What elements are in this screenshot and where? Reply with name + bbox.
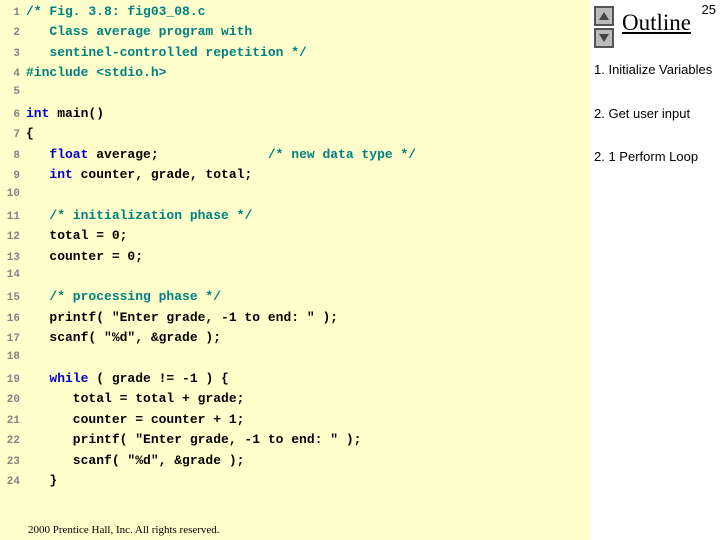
code-line: 8 float average; /* new data type */ xyxy=(0,147,590,167)
code-line: 5 xyxy=(0,86,590,106)
code-line: 9 int counter, grade, total; xyxy=(0,167,590,187)
code-line: 13 counter = 0; xyxy=(0,249,590,269)
code-text: float average; /* new data type */ xyxy=(26,147,416,162)
code-text: int counter, grade, total; xyxy=(26,167,252,182)
triangle-up-icon xyxy=(599,12,609,20)
line-number: 23 xyxy=(0,456,26,468)
code-line: 19 while ( grade != -1 ) { xyxy=(0,371,590,391)
copyright-text: 2000 Prentice Hall, Inc. All rights rese… xyxy=(28,524,220,536)
code-line: 21 counter = counter + 1; xyxy=(0,412,590,432)
line-number: 17 xyxy=(0,333,26,345)
triangle-down-icon xyxy=(599,34,609,42)
code-line: 11 /* initialization phase */ xyxy=(0,208,590,228)
line-number: 19 xyxy=(0,374,26,386)
nav-up-button[interactable] xyxy=(594,6,614,26)
line-number: 3 xyxy=(0,48,26,60)
code-line: 3 sentinel-controlled repetition */ xyxy=(0,45,590,65)
outline-item: 1. Initialize Variables xyxy=(594,62,718,78)
code-text: { xyxy=(26,126,34,141)
code-line: 18 xyxy=(0,351,590,371)
code-text: scanf( "%d", &grade ); xyxy=(26,453,244,468)
code-text: total = 0; xyxy=(26,228,127,243)
code-text: int main() xyxy=(26,106,104,121)
code-line: 17 scanf( "%d", &grade ); xyxy=(0,330,590,350)
code-line: 6int main() xyxy=(0,106,590,126)
line-number: 24 xyxy=(0,476,26,488)
nav-buttons xyxy=(594,6,614,48)
code-line: 23 scanf( "%d", &grade ); xyxy=(0,453,590,473)
code-text: printf( "Enter grade, -1 to end: " ); xyxy=(26,310,338,325)
code-text: sentinel-controlled repetition */ xyxy=(26,45,307,60)
outline-items: 1. Initialize Variables 2. Get user inpu… xyxy=(594,62,718,193)
line-number: 6 xyxy=(0,109,26,121)
code-line: 7{ xyxy=(0,126,590,146)
line-number: 5 xyxy=(0,86,26,98)
line-number: 21 xyxy=(0,415,26,427)
code-line: 16 printf( "Enter grade, -1 to end: " ); xyxy=(0,310,590,330)
code-line: 4#include <stdio.h> xyxy=(0,65,590,85)
outline-title: Outline xyxy=(622,10,691,36)
code-line: 10 xyxy=(0,188,590,208)
slide: 1/* Fig. 3.8: fig03_08.c2 Class average … xyxy=(0,0,720,540)
outline-panel: Outline 25 1. Initialize Variables 2. Ge… xyxy=(590,0,720,540)
line-number: 12 xyxy=(0,231,26,243)
code-line: 12 total = 0; xyxy=(0,228,590,248)
line-number: 1 xyxy=(0,7,26,19)
line-number: 22 xyxy=(0,435,26,447)
nav-down-button[interactable] xyxy=(594,28,614,48)
line-number: 4 xyxy=(0,68,26,80)
line-number: 18 xyxy=(0,351,26,363)
code-panel: 1/* Fig. 3.8: fig03_08.c2 Class average … xyxy=(0,0,590,540)
code-text: /* Fig. 3.8: fig03_08.c xyxy=(26,4,205,19)
code-text: scanf( "%d", &grade ); xyxy=(26,330,221,345)
line-number: 16 xyxy=(0,313,26,325)
code-text: while ( grade != -1 ) { xyxy=(26,371,229,386)
line-number: 13 xyxy=(0,252,26,264)
code-text: total = total + grade; xyxy=(26,391,244,406)
code-line: 2 Class average program with xyxy=(0,24,590,44)
line-number: 11 xyxy=(0,211,26,223)
code-text: printf( "Enter grade, -1 to end: " ); xyxy=(26,432,361,447)
code-line: 1/* Fig. 3.8: fig03_08.c xyxy=(0,4,590,24)
code-line: 24 } xyxy=(0,473,590,493)
line-number: 2 xyxy=(0,27,26,39)
outline-item: 2. Get user input xyxy=(594,106,718,122)
code-line: 14 xyxy=(0,269,590,289)
code-text: counter = 0; xyxy=(26,249,143,264)
outline-item: 2. 1 Perform Loop xyxy=(594,149,718,165)
page-number: 25 xyxy=(702,2,716,17)
line-number: 8 xyxy=(0,150,26,162)
code-text: #include <stdio.h> xyxy=(26,65,166,80)
code-text: } xyxy=(26,473,65,488)
line-number: 20 xyxy=(0,394,26,406)
code-text: /* processing phase */ xyxy=(26,289,221,304)
line-number: 14 xyxy=(0,269,26,281)
code-text: Class average program with xyxy=(26,24,252,39)
code-line: 20 total = total + grade; xyxy=(0,391,590,411)
line-number: 9 xyxy=(0,170,26,182)
code-line: 15 /* processing phase */ xyxy=(0,289,590,309)
line-number: 10 xyxy=(0,188,26,200)
code-text: counter = counter + 1; xyxy=(26,412,244,427)
line-number: 7 xyxy=(0,129,26,141)
line-number: 15 xyxy=(0,292,26,304)
code-line: 22 printf( "Enter grade, -1 to end: " ); xyxy=(0,432,590,452)
code-text: /* initialization phase */ xyxy=(26,208,252,223)
